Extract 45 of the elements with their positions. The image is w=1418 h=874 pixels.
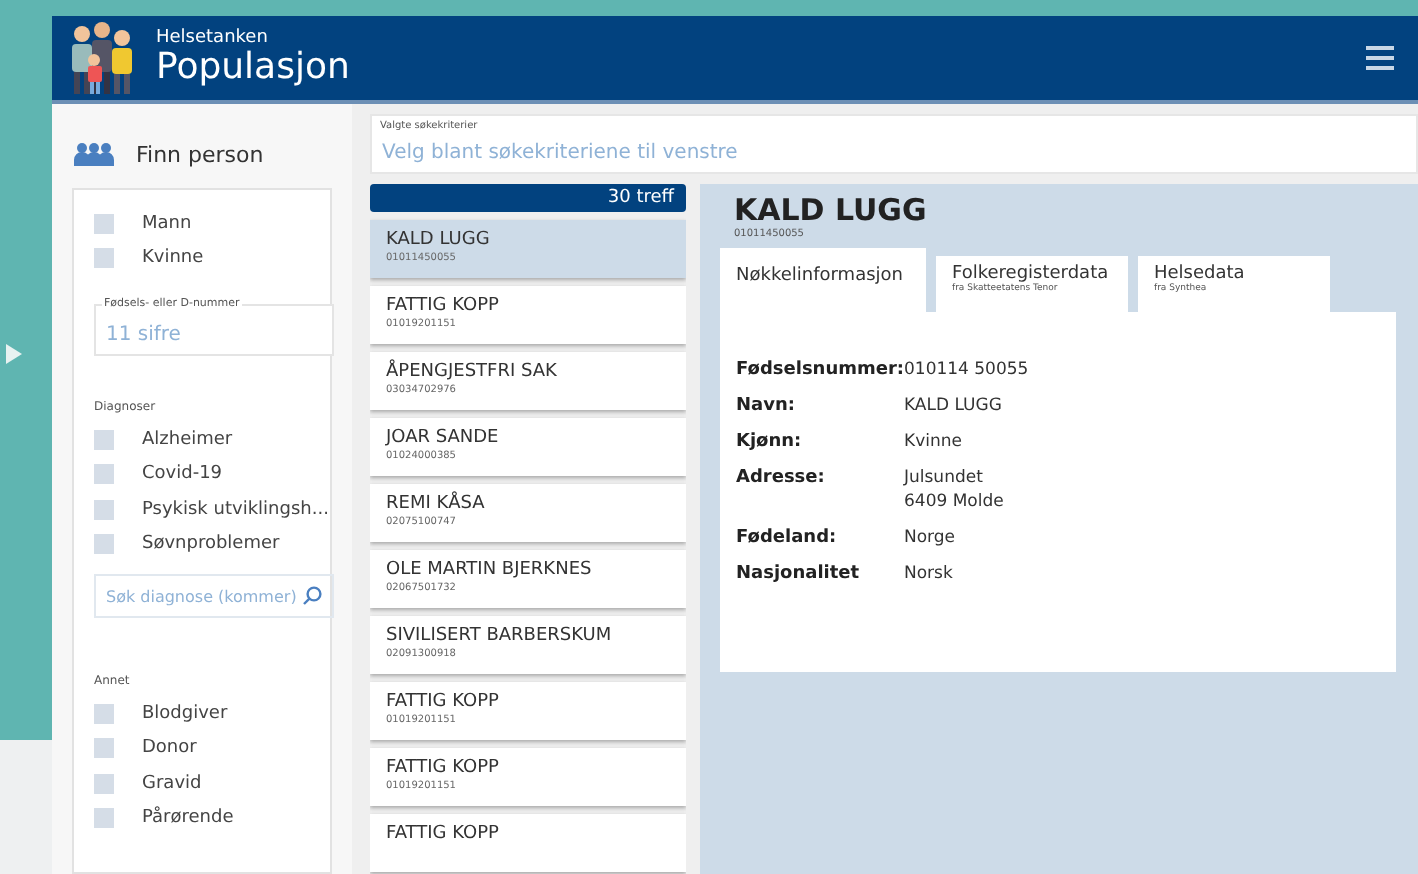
checkbox-option[interactable]: Mann xyxy=(94,206,330,241)
field-label: Fødeland: xyxy=(736,526,839,550)
checkbox-option[interactable]: Psykisk utviklingsh... xyxy=(94,492,330,527)
checkbox-option[interactable]: Gravid xyxy=(94,766,330,801)
field-placeholder: 11 sifre xyxy=(106,324,181,346)
app-title: Populasjon xyxy=(156,48,352,88)
field-value: Kvinne xyxy=(904,430,962,454)
person-name: FATTIG KOPP xyxy=(386,758,499,780)
field-value: Julsundet 6409 Molde xyxy=(904,466,1004,514)
app-subtitle: Helsetanken xyxy=(156,28,270,48)
people-icon xyxy=(72,142,116,166)
field-placeholder: Velg blant søkekriteriene til venstre xyxy=(382,142,738,164)
person-name: SIVILISERT BARBERSKUM xyxy=(386,626,612,648)
person-name: KALD LUGG xyxy=(386,230,490,252)
search-icon xyxy=(302,586,322,606)
field-value: 010114 50055 xyxy=(904,358,1029,382)
person-name: JOAR SANDE xyxy=(386,428,499,450)
result-card[interactable]: FATTIG KOPP xyxy=(370,814,686,872)
person-name: FATTIG KOPP xyxy=(386,296,499,318)
person-name: OLE MARTIN BJERKNES xyxy=(386,560,592,582)
field-label: Navn: xyxy=(736,394,797,418)
triangle-icon xyxy=(6,344,22,364)
person-name: ÅPENGJESTFRI SAK xyxy=(386,362,557,384)
result-count: 30 treff xyxy=(370,184,686,212)
field-label: Kjønn: xyxy=(736,430,804,454)
field-label: Adresse: xyxy=(736,466,827,492)
checkbox-option[interactable]: Søvnproblemer xyxy=(94,527,330,562)
person-name: FATTIG KOPP xyxy=(386,824,499,846)
field-value: KALD LUGG xyxy=(904,394,1002,418)
person-name: FATTIG KOPP xyxy=(386,692,499,714)
field-value: Norsk xyxy=(904,562,953,586)
checkbox-option[interactable]: Kvinne xyxy=(94,241,330,276)
field-label: Nasjonalitet xyxy=(736,562,862,586)
field-label: Fødselsnummer: xyxy=(736,358,904,382)
checkbox-option[interactable]: Covid-19 xyxy=(94,457,330,492)
section-title: Finn person xyxy=(136,141,264,167)
person-name-heading: KALD LUGG xyxy=(734,192,927,228)
tab[interactable]: Nøkkelinformasjon xyxy=(720,248,926,312)
checkbox-option[interactable]: Pårørende xyxy=(94,801,330,836)
menu-icon[interactable] xyxy=(1366,46,1394,70)
person-name: REMI KÅSA xyxy=(386,494,485,516)
checkbox-option[interactable]: Blodgiver xyxy=(94,696,330,731)
field-value: Norge xyxy=(904,526,956,550)
checkbox-option[interactable]: Alzheimer xyxy=(94,422,330,457)
checkbox-option[interactable]: Donor xyxy=(94,731,330,766)
